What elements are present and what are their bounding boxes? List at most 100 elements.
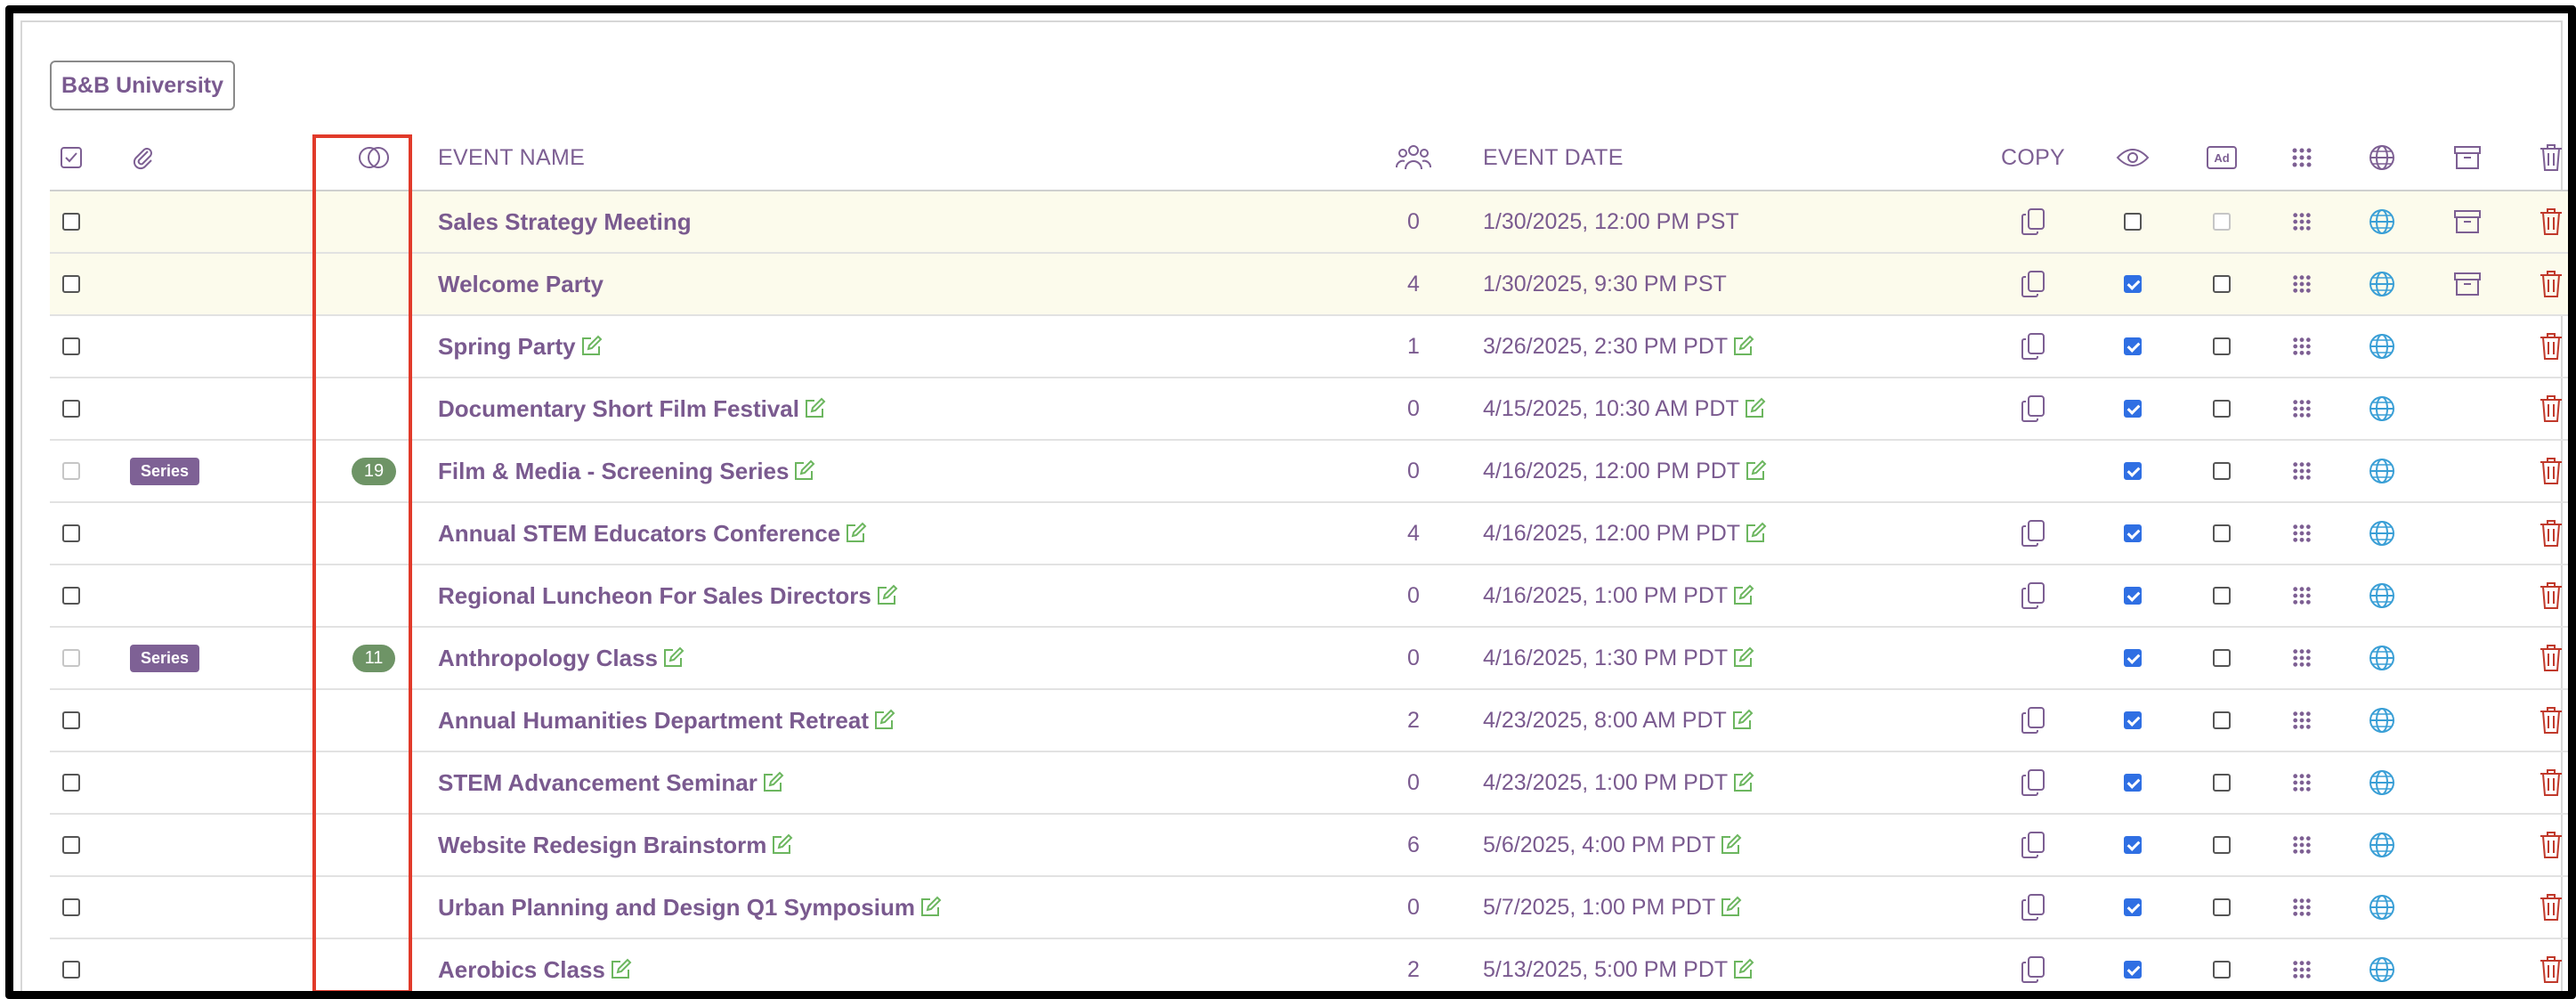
edit-date-icon[interactable] <box>1731 584 1754 607</box>
ad-checkbox[interactable] <box>2213 524 2231 542</box>
ad-checkbox[interactable] <box>2213 836 2231 854</box>
event-name-link[interactable]: Spring Party <box>438 333 576 361</box>
ad-checkbox[interactable] <box>2213 711 2231 729</box>
trash-icon[interactable] <box>2539 394 2564 423</box>
event-name-link[interactable]: Documentary Short Film Festival <box>438 395 799 423</box>
copy-icon[interactable] <box>2020 831 2046 859</box>
visibility-checkbox[interactable] <box>2124 836 2142 854</box>
copy-icon[interactable] <box>2020 768 2046 797</box>
grid-icon[interactable] <box>2292 960 2312 979</box>
visibility-checkbox[interactable] <box>2124 961 2142 979</box>
event-name-link[interactable]: Annual STEM Educators Conference <box>438 520 840 548</box>
grid-icon[interactable] <box>2292 399 2312 418</box>
copy-icon[interactable] <box>2020 955 2046 984</box>
visibility-checkbox[interactable] <box>2124 774 2142 792</box>
edit-icon[interactable] <box>661 646 685 670</box>
trash-icon[interactable] <box>2539 768 2564 797</box>
visibility-checkbox[interactable] <box>2124 213 2142 231</box>
globe-icon[interactable] <box>2368 457 2396 485</box>
visibility-checkbox[interactable] <box>2124 898 2142 916</box>
globe-icon[interactable] <box>2368 519 2396 548</box>
ad-checkbox[interactable] <box>2213 337 2231 355</box>
edit-icon[interactable] <box>803 397 826 420</box>
edit-icon[interactable] <box>609 958 632 981</box>
edit-date-icon[interactable] <box>1719 833 1742 857</box>
globe-icon[interactable] <box>2368 893 2396 922</box>
trash-icon[interactable] <box>2539 893 2564 922</box>
select-all-icon[interactable] <box>50 126 93 190</box>
archive-icon[interactable] <box>2453 208 2482 235</box>
row-select-checkbox[interactable] <box>62 275 80 293</box>
globe-icon[interactable] <box>2368 394 2396 423</box>
row-select-checkbox[interactable] <box>62 524 80 542</box>
globe-icon[interactable] <box>2368 768 2396 797</box>
copy-icon[interactable] <box>2020 270 2046 298</box>
row-select-checkbox[interactable] <box>62 898 80 916</box>
linked-events-count-badge[interactable]: 11 <box>352 644 396 672</box>
organization-button[interactable]: B&B University <box>50 61 235 110</box>
copy-icon[interactable] <box>2020 332 2046 361</box>
edit-date-icon[interactable] <box>1731 335 1754 358</box>
ad-checkbox[interactable] <box>2213 275 2231 293</box>
visibility-checkbox[interactable] <box>2124 711 2142 729</box>
row-select-checkbox[interactable] <box>62 961 80 979</box>
edit-icon[interactable] <box>579 335 603 358</box>
edit-date-icon[interactable] <box>1731 771 1754 794</box>
trash-icon[interactable] <box>2539 332 2564 361</box>
trash-icon[interactable] <box>2539 519 2564 548</box>
event-date-header[interactable]: EVENT DATE <box>1483 126 1999 190</box>
archive-icon[interactable] <box>2453 271 2482 297</box>
linked-events-count-badge[interactable]: 19 <box>351 457 397 485</box>
edit-date-icon[interactable] <box>1744 459 1767 483</box>
ad-checkbox[interactable] <box>2213 587 2231 605</box>
visibility-checkbox[interactable] <box>2124 524 2142 542</box>
edit-date-icon[interactable] <box>1731 958 1754 981</box>
row-select-checkbox[interactable] <box>62 774 80 792</box>
row-select-checkbox[interactable] <box>62 400 80 418</box>
grid-icon[interactable] <box>2292 835 2312 855</box>
grid-icon[interactable] <box>2292 337 2312 356</box>
event-name-link[interactable]: Regional Luncheon For Sales Directors <box>438 582 871 610</box>
grid-icon[interactable] <box>2292 524 2312 543</box>
grid-icon[interactable] <box>2292 586 2312 605</box>
globe-icon[interactable] <box>2368 270 2396 298</box>
ad-checkbox[interactable] <box>2213 898 2231 916</box>
event-name-header[interactable]: EVENT NAME <box>438 126 1399 190</box>
visibility-checkbox[interactable] <box>2124 587 2142 605</box>
ad-checkbox[interactable] <box>2213 462 2231 480</box>
globe-icon[interactable] <box>2368 831 2396 859</box>
trash-icon[interactable] <box>2539 955 2564 984</box>
row-select-checkbox[interactable] <box>62 213 80 231</box>
edit-icon[interactable] <box>844 522 867 545</box>
grid-icon[interactable] <box>2292 274 2312 294</box>
ad-checkbox[interactable] <box>2213 961 2231 979</box>
trash-icon[interactable] <box>2539 831 2564 859</box>
globe-icon[interactable] <box>2368 332 2396 361</box>
edit-date-icon[interactable] <box>1743 397 1766 420</box>
row-select-checkbox[interactable] <box>62 587 80 605</box>
globe-icon[interactable] <box>2368 207 2396 236</box>
event-name-link[interactable]: Sales Strategy Meeting <box>438 208 692 236</box>
copy-icon[interactable] <box>2020 581 2046 610</box>
visibility-checkbox[interactable] <box>2124 400 2142 418</box>
edit-icon[interactable] <box>875 584 898 607</box>
copy-icon[interactable] <box>2020 893 2046 922</box>
trash-icon[interactable] <box>2539 457 2564 485</box>
copy-icon[interactable] <box>2020 706 2046 735</box>
trash-icon[interactable] <box>2539 581 2564 610</box>
event-name-link[interactable]: Urban Planning and Design Q1 Symposium <box>438 894 915 922</box>
trash-icon[interactable] <box>2539 706 2564 735</box>
row-select-checkbox[interactable] <box>62 711 80 729</box>
event-name-link[interactable]: Annual Humanities Department Retreat <box>438 707 869 735</box>
edit-date-icon[interactable] <box>1719 896 1742 919</box>
trash-icon[interactable] <box>2539 270 2564 298</box>
edit-icon[interactable] <box>770 833 793 857</box>
trash-icon[interactable] <box>2539 644 2564 672</box>
edit-icon[interactable] <box>792 459 815 483</box>
trash-icon[interactable] <box>2539 207 2564 236</box>
row-select-checkbox[interactable] <box>62 836 80 854</box>
visibility-checkbox[interactable] <box>2124 462 2142 480</box>
grid-icon[interactable] <box>2292 897 2312 917</box>
event-name-link[interactable]: Anthropology Class <box>438 645 658 672</box>
event-name-link[interactable]: Website Redesign Brainstorm <box>438 832 766 859</box>
